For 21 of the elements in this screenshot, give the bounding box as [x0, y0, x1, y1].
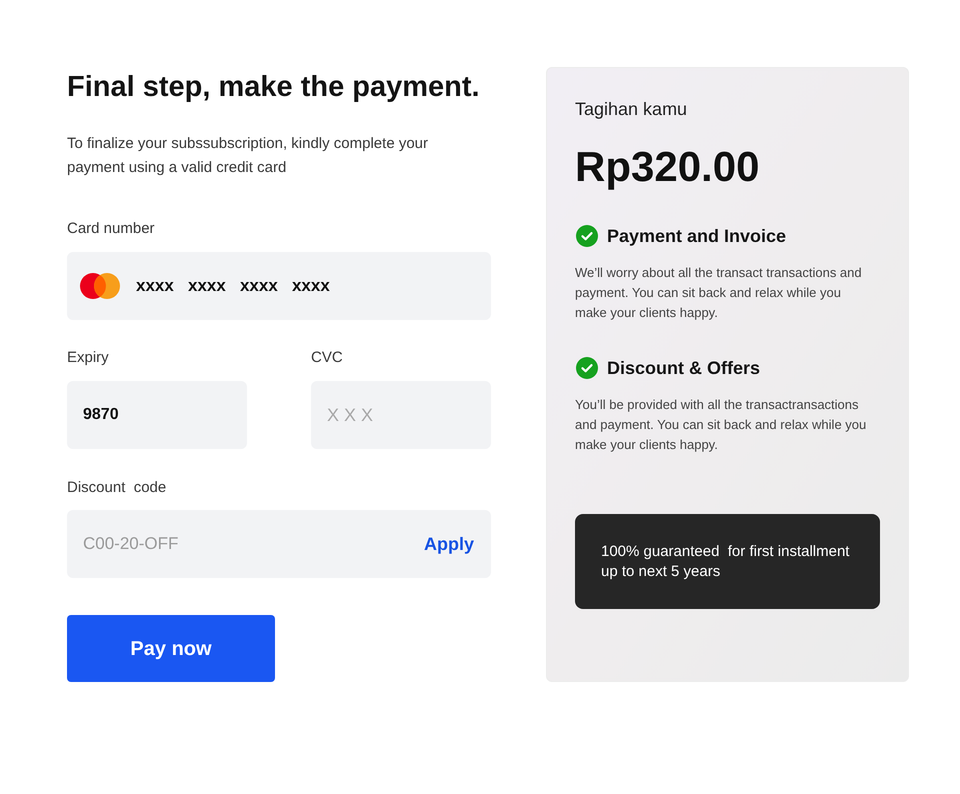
apply-button[interactable]: Apply [424, 532, 474, 556]
intro-text: To finalize your subssubscription, kindly complete your payment using a valid credit card [67, 134, 430, 178]
feature-title: Discount & Offers [607, 357, 760, 380]
field-label: Card number [67, 219, 155, 239]
summary-title: Tagihan kamu [575, 98, 688, 121]
field-label: Expiry [67, 348, 109, 368]
field-label: Discount code [67, 478, 166, 498]
card-number-field[interactable]: xxxx xxxx xxxx xxxx [67, 252, 491, 320]
pay-now-button[interactable]: Pay now [67, 615, 275, 682]
feature-description: You’ll be provided with all the transactransactions and payment. You can sit back and relax while you make your clients happy. [575, 396, 867, 454]
overlapping-circles-icon [80, 273, 120, 299]
expiry-field[interactable]: 9870 [67, 381, 247, 449]
feature-description: We’ll worry about all the transact transactions and payment. You can sit back and relax while you make your clients happy. [575, 264, 863, 322]
page-heading: Final step, make the payment. [67, 70, 480, 105]
cvc-field[interactable]: X X X [311, 381, 491, 449]
field-label: CVC [311, 348, 343, 368]
feature-title: Payment and Invoice [607, 225, 786, 248]
check-circle-icon [576, 357, 598, 379]
guarantee-banner: 100% guaranteed for first installment up to next 5 years [575, 514, 880, 609]
check-circle-icon [576, 225, 598, 247]
amount-text: Rp320.00 [575, 142, 760, 192]
